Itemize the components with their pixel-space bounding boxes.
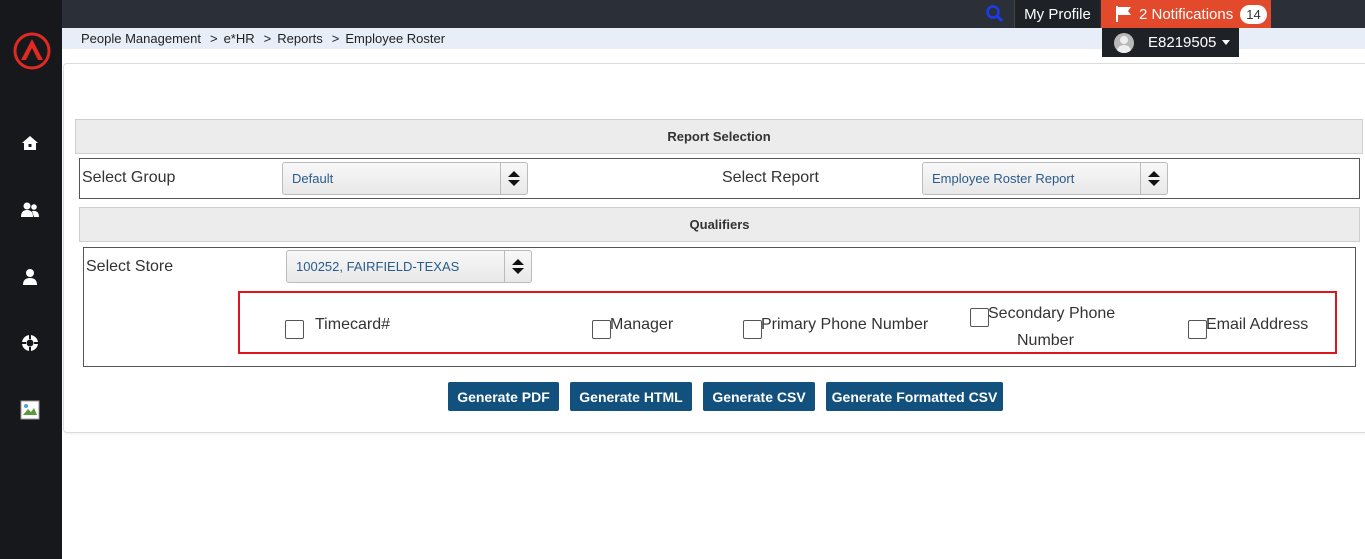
email-address-label: Email Address: [1206, 316, 1309, 333]
secondary-phone-checkbox[interactable]: [970, 308, 989, 327]
breadcrumb-item-people-management[interactable]: People Management: [81, 31, 201, 46]
flag-icon: [1116, 6, 1131, 22]
select-arrows-icon: [500, 163, 527, 194]
report-select-value: Employee Roster Report: [932, 171, 1075, 186]
store-select[interactable]: 100252, FAIRFIELD-TEXAS: [286, 250, 532, 283]
user-icon[interactable]: [19, 266, 41, 288]
breadcrumb-separator: >: [209, 31, 218, 46]
user-id: E8219505: [1148, 34, 1217, 51]
select-report-label: Select Report: [722, 169, 819, 186]
select-arrows-icon: [1140, 163, 1167, 194]
select-store-label: Select Store: [86, 258, 174, 275]
sidebar: [0, 0, 62, 559]
primary-phone-label: Primary Phone Number: [761, 316, 929, 333]
select-arrows-icon: [504, 251, 531, 282]
home-icon[interactable]: [19, 132, 41, 154]
manager-label: Manager: [610, 316, 674, 333]
group-select[interactable]: Default: [282, 162, 528, 195]
breadcrumb: People Management > e*HR > Reports > Emp…: [81, 31, 445, 46]
secondary-phone-label: Secondary Phone: [988, 305, 1116, 322]
logo-icon[interactable]: [12, 31, 52, 71]
support-icon[interactable]: [19, 332, 41, 354]
group-select-value: Default: [292, 171, 334, 186]
chevron-down-icon: [1222, 40, 1231, 45]
timecard-checkbox[interactable]: [285, 320, 304, 339]
store-select-value: 100252, FAIRFIELD-TEXAS: [296, 259, 460, 274]
users-icon[interactable]: [19, 199, 41, 221]
notifications-label: 2 Notifications: [1139, 5, 1234, 23]
manager-checkbox[interactable]: [592, 320, 611, 339]
search-icon[interactable]: [985, 4, 1005, 24]
primary-phone-checkbox[interactable]: [743, 320, 762, 339]
breadcrumb-item-ehr[interactable]: e*HR: [224, 31, 255, 46]
qualifiers-header: Qualifiers: [79, 207, 1360, 242]
secondary-phone-label-line2: Number: [1017, 332, 1074, 349]
report-selection-header: Report Selection: [75, 119, 1363, 154]
generate-pdf-button[interactable]: Generate PDF: [448, 382, 559, 411]
breadcrumb-separator: >: [331, 31, 340, 46]
notifications-count-badge: 14: [1240, 4, 1267, 24]
timecard-label: Timecard#: [315, 316, 390, 333]
avatar: [1114, 32, 1134, 53]
user-menu-dropdown[interactable]: E8219505: [1102, 28, 1239, 57]
report-select[interactable]: Employee Roster Report: [922, 162, 1168, 195]
my-profile-button[interactable]: My Profile: [1014, 0, 1100, 28]
breadcrumb-item-reports[interactable]: Reports: [277, 31, 323, 46]
breadcrumb-separator: >: [263, 31, 272, 46]
generate-csv-button[interactable]: Generate CSV: [703, 382, 815, 411]
generate-html-button[interactable]: Generate HTML: [570, 382, 692, 411]
select-group-label: Select Group: [82, 169, 176, 186]
breadcrumb-item-employee-roster: Employee Roster: [345, 31, 446, 46]
email-address-checkbox[interactable]: [1188, 320, 1207, 339]
generate-formatted-csv-button[interactable]: Generate Formatted CSV: [826, 382, 1003, 411]
notifications-button[interactable]: 2 Notifications 14: [1101, 0, 1271, 28]
broken-image-icon[interactable]: [19, 399, 41, 421]
